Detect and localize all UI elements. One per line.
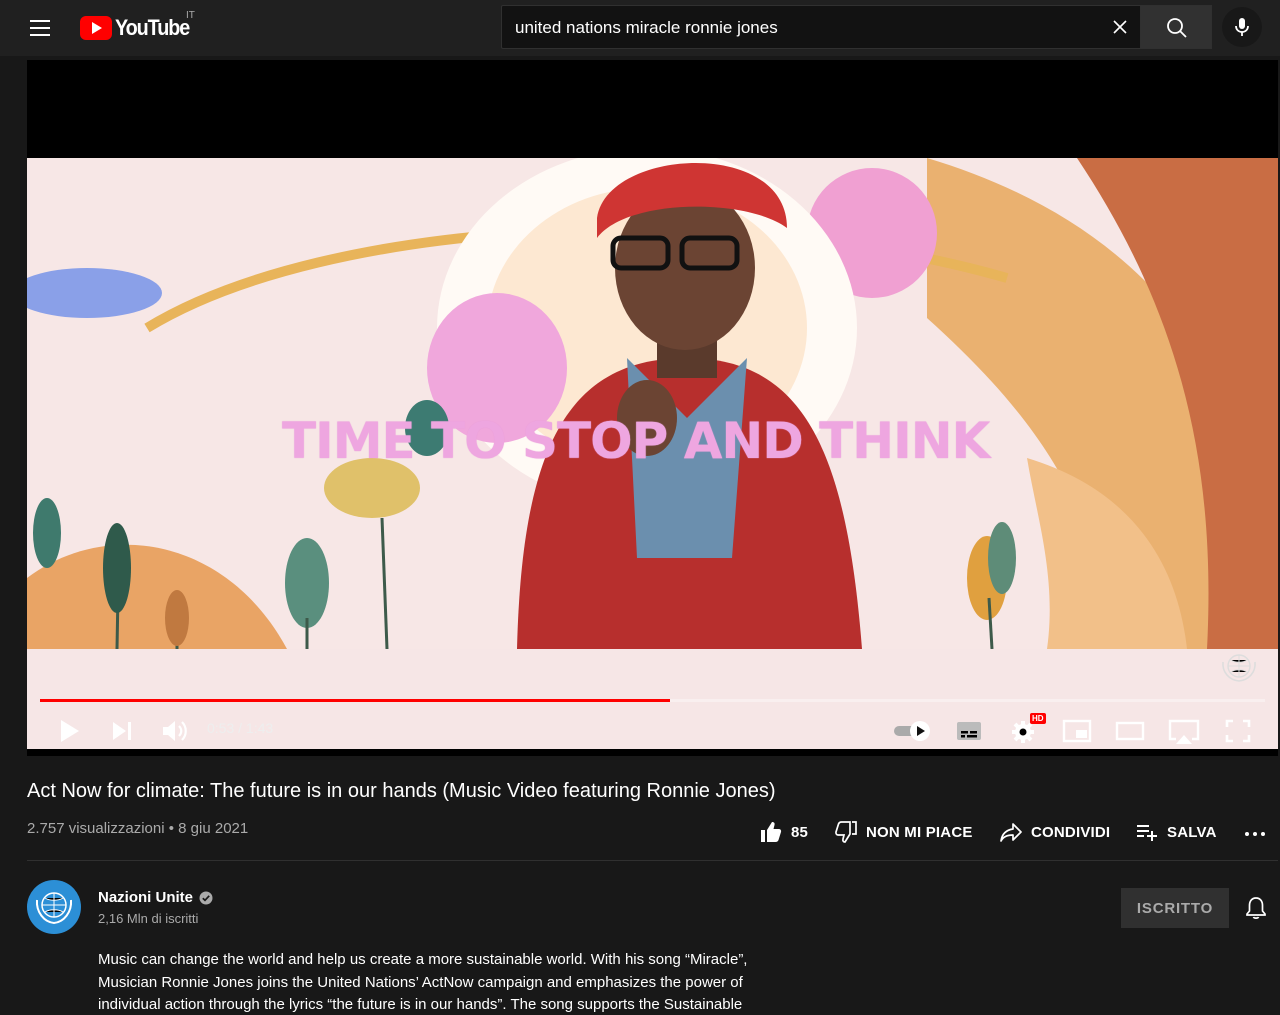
video-still-image xyxy=(27,158,1278,649)
subscribed-button[interactable]: ISCRITTO xyxy=(1121,888,1229,928)
video-caption-overlay: TIME TO STOP AND THINK xyxy=(282,412,990,470)
time-display: 0:53 / 1:43 xyxy=(207,720,274,736)
add-to-playlist-icon xyxy=(1137,825,1157,841)
share-arrow-icon xyxy=(1000,823,1022,842)
clear-search-icon[interactable] xyxy=(1108,15,1132,39)
theater-mode-icon[interactable] xyxy=(1114,716,1146,746)
autoplay-toggle-icon[interactable] xyxy=(891,717,935,745)
save-label: SALVA xyxy=(1167,823,1217,841)
more-actions-button[interactable] xyxy=(1243,820,1275,844)
thumbs-up-icon xyxy=(761,822,782,842)
progress-bar[interactable] xyxy=(40,699,1265,702)
dislike-label: NON MI PIACE xyxy=(866,823,973,841)
fullscreen-icon[interactable] xyxy=(1222,716,1254,746)
share-button[interactable]: CONDIVIDI xyxy=(999,820,1110,844)
airplay-icon[interactable] xyxy=(1167,716,1201,748)
dislike-button[interactable]: NON MI PIACE xyxy=(834,820,973,844)
un-emblem-watermark-icon xyxy=(1222,654,1256,682)
search-icon xyxy=(1167,18,1187,38)
country-code: IT xyxy=(186,10,195,21)
progress-played xyxy=(40,699,670,702)
description-line: Music can change the world and help us c… xyxy=(98,951,748,968)
search-input[interactable] xyxy=(515,16,1095,40)
video-description: Music can change the world and help us c… xyxy=(98,949,788,1015)
channel-name: Nazioni Unite xyxy=(98,889,194,906)
section-divider xyxy=(27,860,1278,861)
like-count: 85 xyxy=(791,823,809,841)
video-player[interactable]: TIME TO STOP AND THINK 0:53 / 1:43 HD xyxy=(27,60,1278,756)
hd-badge: HD xyxy=(1030,713,1046,724)
un-emblem-icon xyxy=(35,892,73,925)
channel-avatar[interactable] xyxy=(27,880,81,934)
description-line: individual action through the lyrics “th… xyxy=(98,996,743,1013)
logo-text: YouTube xyxy=(115,15,190,40)
youtube-play-logo-icon xyxy=(80,16,112,40)
masthead: YouTube IT xyxy=(0,0,1280,56)
search-box xyxy=(501,5,1141,49)
notification-bell-icon[interactable] xyxy=(1242,894,1270,922)
microphone-icon xyxy=(1235,18,1249,36)
subtitles-icon[interactable] xyxy=(953,717,985,745)
video-frame[interactable]: TIME TO STOP AND THINK xyxy=(27,158,1278,749)
play-icon[interactable] xyxy=(53,715,85,747)
save-button[interactable]: SALVA xyxy=(1135,820,1217,844)
subscriber-count: 2,16 Mln di iscritti xyxy=(98,911,199,926)
video-title: Act Now for climate: The future is in ou… xyxy=(27,780,776,802)
views-and-date: 2.757 visualizzazioni • 8 giu 2021 xyxy=(27,820,249,837)
volume-icon[interactable] xyxy=(159,715,191,747)
hamburger-menu-icon[interactable] xyxy=(26,14,54,42)
youtube-logo[interactable]: YouTube IT xyxy=(80,10,197,42)
like-button[interactable]: 85 xyxy=(759,820,808,844)
next-video-icon[interactable] xyxy=(107,715,139,747)
verified-badge-icon xyxy=(199,891,213,904)
search-button[interactable] xyxy=(1140,5,1212,49)
share-label: CONDIVIDI xyxy=(1031,823,1111,841)
channel-name-link[interactable]: Nazioni Unite xyxy=(98,889,213,906)
thumbs-down-icon xyxy=(835,821,857,843)
settings-button[interactable]: HD xyxy=(1008,713,1046,747)
miniplayer-icon[interactable] xyxy=(1061,716,1093,746)
more-dots-icon xyxy=(1245,832,1265,836)
voice-search-button[interactable] xyxy=(1222,7,1262,47)
description-line: Musician Ronnie Jones joins the United N… xyxy=(98,973,743,991)
